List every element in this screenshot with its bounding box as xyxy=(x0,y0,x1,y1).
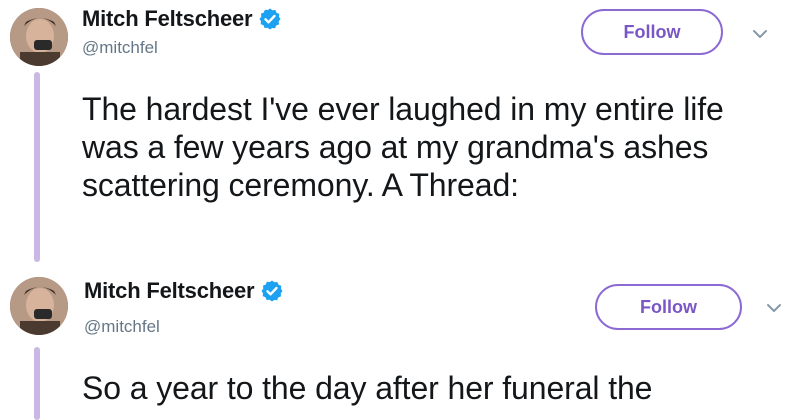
author-name-row: Mitch Feltscheer xyxy=(82,6,282,32)
author-name[interactable]: Mitch Feltscheer xyxy=(82,6,253,32)
thread-connector-line xyxy=(34,72,40,262)
chevron-down-icon[interactable] xyxy=(764,298,784,318)
verified-badge-icon xyxy=(259,8,281,30)
chevron-down-icon[interactable] xyxy=(750,24,770,44)
author-handle[interactable]: @mitchfel xyxy=(82,38,158,58)
tweet-text: The hardest I've ever laughed in my enti… xyxy=(82,91,724,203)
verified-badge-icon xyxy=(261,280,283,302)
follow-button[interactable]: Follow xyxy=(595,284,742,330)
tweet: Mitch Feltscheer @mitchfel Follow The ha… xyxy=(0,0,800,265)
avatar[interactable] xyxy=(10,277,68,335)
author-name-row: Mitch Feltscheer xyxy=(84,278,284,304)
follow-button[interactable]: Follow xyxy=(581,9,723,55)
tweet-text: So a year to the day after her funeral t… xyxy=(82,370,653,406)
author-name[interactable]: Mitch Feltscheer xyxy=(84,278,255,304)
tweet: Mitch Feltscheer @mitchfel Follow So a y… xyxy=(0,265,800,420)
thread-connector-line xyxy=(34,347,40,420)
tweet-thread: Mitch Feltscheer @mitchfel Follow The ha… xyxy=(0,0,800,420)
avatar[interactable] xyxy=(10,8,68,66)
author-handle[interactable]: @mitchfel xyxy=(84,317,160,337)
avatar-photo-icon xyxy=(10,277,68,335)
avatar-photo-icon xyxy=(10,8,68,66)
